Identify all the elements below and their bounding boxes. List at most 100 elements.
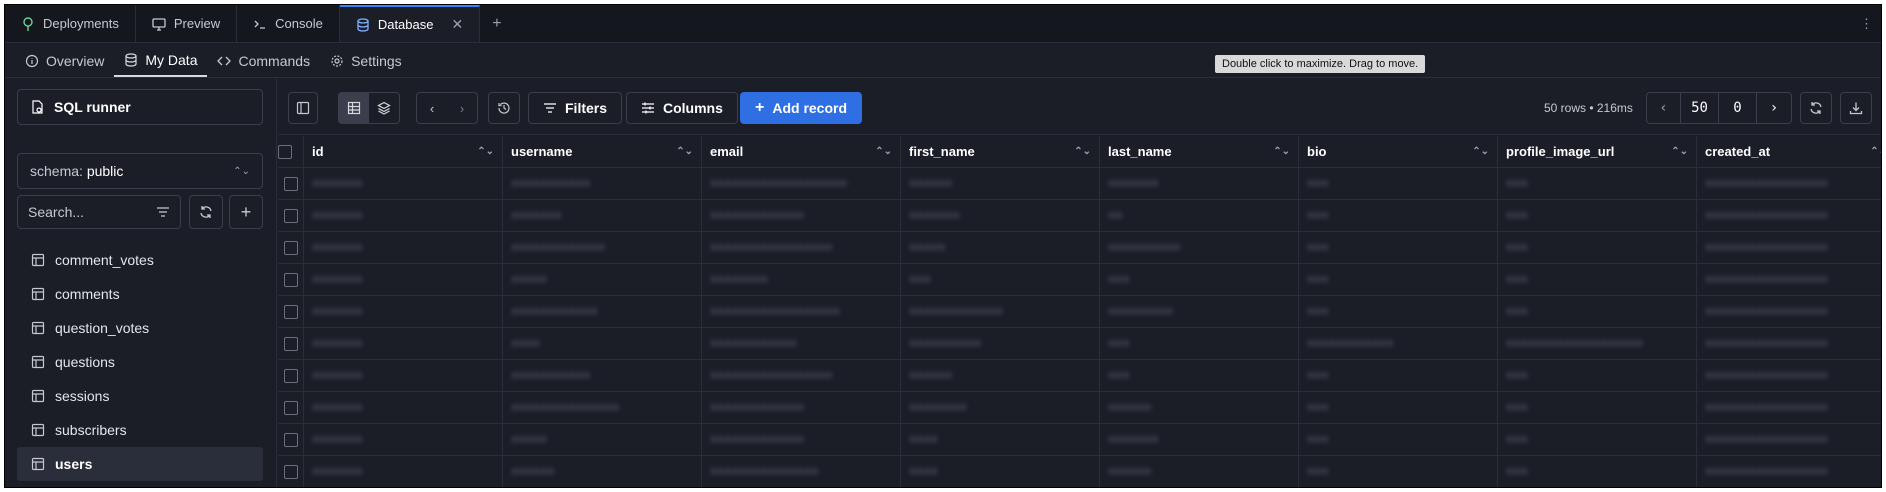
table-cell[interactable]: ••• <box>1498 360 1697 391</box>
table-row[interactable]: ••••••••••••••••••••••••••••••••••••••••… <box>278 360 1881 392</box>
table-cell[interactable]: ••••••• <box>304 360 503 391</box>
table-cell[interactable]: ••• <box>1299 392 1498 423</box>
table-cell[interactable]: ••••••••••••••••• <box>702 360 901 391</box>
table-cell[interactable]: ••• <box>1498 232 1697 263</box>
column-header-first-name[interactable]: first_name ⌃⌄ <box>901 136 1100 167</box>
next-page-button[interactable]: › <box>1757 93 1791 123</box>
limit-input[interactable]: 50 <box>1681 93 1719 123</box>
table-cell[interactable]: ••••••••••••••• <box>503 392 702 423</box>
table-cell[interactable]: •••••• <box>901 168 1100 199</box>
table-cell[interactable]: ••••••• <box>304 424 503 455</box>
offset-input[interactable]: 0 <box>1719 93 1757 123</box>
table-cell[interactable]: ••• <box>1299 168 1498 199</box>
table-cell[interactable]: •••••• <box>1100 392 1299 423</box>
sort-icon[interactable]: ⌃⌄ <box>1671 146 1688 157</box>
sort-icon[interactable]: ⌃⌄ <box>676 146 693 157</box>
row-checkbox[interactable] <box>283 240 298 255</box>
sidebar-table-question-votes[interactable]: question_votes <box>17 311 263 345</box>
close-icon[interactable]: ✕ <box>451 16 463 33</box>
subtab-commands[interactable]: Commands <box>207 44 320 77</box>
table-cell[interactable]: ••••••• <box>1100 424 1299 455</box>
table-cell[interactable]: ••• <box>1498 296 1697 327</box>
table-cell[interactable]: ••••••••••••••••••• <box>1498 328 1697 359</box>
column-header-profile-image-url[interactable]: profile_image_url ⌃⌄ <box>1498 136 1697 167</box>
row-checkbox[interactable] <box>283 272 298 287</box>
table-row[interactable]: ••••••••••••••••••••••••••••••••••••••••… <box>278 264 1881 296</box>
table-row[interactable]: ••••••••••••••••••••••••••••••••••••••••… <box>278 200 1881 232</box>
row-checkbox[interactable] <box>283 208 298 223</box>
table-cell[interactable]: •••••• <box>901 360 1100 391</box>
column-header-id[interactable]: id ⌃⌄ <box>304 136 503 167</box>
schema-select[interactable]: schema: public ⌃⌄ <box>17 153 263 189</box>
table-cell[interactable]: ••• <box>901 264 1100 295</box>
sidebar-table-questions[interactable]: questions <box>17 345 263 379</box>
table-cell[interactable]: ••••••• <box>304 456 503 487</box>
subtab-overview[interactable]: Overview <box>15 44 114 77</box>
table-view-button[interactable] <box>339 93 369 123</box>
more-menu-button[interactable]: ⋮ <box>1852 5 1881 42</box>
table-cell[interactable]: •••••••• <box>702 264 901 295</box>
sidebar-table-users[interactable]: users <box>17 447 263 481</box>
sidebar-table-sessions[interactable]: sessions <box>17 379 263 413</box>
table-cell[interactable]: ••••• <box>503 264 702 295</box>
sidebar-table-subscribers[interactable]: subscribers <box>17 413 263 447</box>
row-checkbox[interactable] <box>283 304 298 319</box>
add-tab-button[interactable]: + <box>480 5 513 42</box>
table-cell[interactable]: ••••••••••••••••• <box>1697 456 1881 487</box>
sort-icon[interactable]: ⌃⌄ <box>1472 146 1489 157</box>
tab-deployments[interactable]: Deployments <box>5 5 136 42</box>
table-cell[interactable]: ••• <box>1498 264 1697 295</box>
table-cell[interactable]: ••• <box>1100 360 1299 391</box>
table-cell[interactable]: ••••••••••• <box>503 168 702 199</box>
table-cell[interactable]: •••••••••••• <box>702 328 901 359</box>
forward-button[interactable]: › <box>447 93 477 123</box>
tab-database[interactable]: Database ✕ <box>339 5 481 42</box>
table-row[interactable]: ••••••••••••••••••••••••••••••••••••••••… <box>278 456 1881 487</box>
table-cell[interactable]: ••••••••••••• <box>702 392 901 423</box>
table-row[interactable]: ••••••••••••••••••••••••••••••••••••••••… <box>278 232 1881 264</box>
table-cell[interactable]: ••• <box>1299 232 1498 263</box>
table-cell[interactable]: ••••••• <box>304 296 503 327</box>
table-cell[interactable]: ••••••••••••• <box>702 200 901 231</box>
table-cell[interactable]: ••••• <box>901 232 1100 263</box>
table-cell[interactable]: ••• <box>1299 200 1498 231</box>
table-cell[interactable]: ••••••••••••••••• <box>1697 200 1881 231</box>
table-search-input[interactable]: Search... <box>17 195 181 229</box>
tab-preview[interactable]: Preview <box>136 5 238 42</box>
toggle-sidebar-button[interactable] <box>288 92 318 124</box>
table-cell[interactable]: •••• <box>503 328 702 359</box>
refresh-tables-button[interactable] <box>189 195 223 229</box>
table-cell[interactable]: ••••••••••• <box>503 360 702 391</box>
sort-icon[interactable]: ⌃⌄ <box>1074 146 1091 157</box>
table-cell[interactable]: ••••••••••••••••• <box>1697 328 1881 359</box>
sidebar-table-comments[interactable]: comments <box>17 277 263 311</box>
table-cell[interactable]: •••••••••• <box>901 328 1100 359</box>
table-cell[interactable]: ••••••••••••••••• <box>1697 392 1881 423</box>
table-cell[interactable]: ••• <box>1498 168 1697 199</box>
table-cell[interactable]: ••••• <box>503 424 702 455</box>
export-button[interactable] <box>1840 92 1872 124</box>
table-row[interactable]: ••••••••••••••••••••••••••••••••••••••••… <box>278 392 1881 424</box>
subtab-my-data[interactable]: My Data <box>114 44 208 77</box>
table-cell[interactable]: ••••••• <box>304 264 503 295</box>
row-checkbox[interactable] <box>283 368 298 383</box>
table-cell[interactable]: •••• <box>901 456 1100 487</box>
table-cell[interactable]: •• <box>1100 200 1299 231</box>
filter-lines-icon[interactable] <box>156 205 170 219</box>
table-cell[interactable]: ••••••••• <box>1100 296 1299 327</box>
table-cell[interactable]: ••••••••••••• <box>702 424 901 455</box>
table-cell[interactable]: ••••••• <box>304 168 503 199</box>
columns-button[interactable]: Columns <box>626 92 738 124</box>
table-cell[interactable]: ••• <box>1100 328 1299 359</box>
table-cell[interactable]: •••••••••••• <box>1299 328 1498 359</box>
table-cell[interactable]: ••••••••••••••••• <box>1697 232 1881 263</box>
table-cell[interactable]: ••••••• <box>503 200 702 231</box>
tab-console[interactable]: Console <box>237 5 340 42</box>
table-cell[interactable]: ••• <box>1100 264 1299 295</box>
history-button[interactable] <box>488 92 520 124</box>
table-cell[interactable]: •••••••• <box>901 392 1100 423</box>
refresh-data-button[interactable] <box>1800 92 1832 124</box>
table-cell[interactable]: •••••• <box>503 456 702 487</box>
table-cell[interactable]: ••••••••••••• <box>503 232 702 263</box>
table-cell[interactable]: ••• <box>1299 360 1498 391</box>
